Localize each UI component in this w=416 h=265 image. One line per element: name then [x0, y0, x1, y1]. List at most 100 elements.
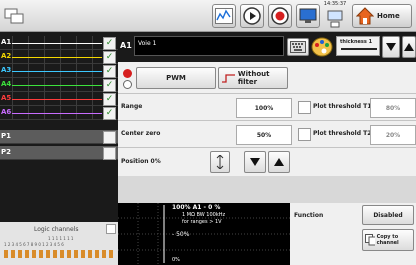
channel-label: A4: [1, 80, 12, 88]
preview-low-label: 0%: [172, 257, 180, 263]
copy-to-channel-button[interactable]: Copy to channel: [362, 229, 414, 251]
channel-header: A1 Voie 1 thickness 1: [118, 32, 416, 62]
scale-adjust-icon: [216, 155, 224, 169]
preview-line1: 100% A1 - 0 %: [172, 204, 221, 211]
channel-name-field[interactable]: Voie 1: [134, 36, 284, 56]
channel-label: A1: [1, 38, 12, 46]
channel-enable-checkbox[interactable]: [103, 147, 116, 160]
thickness-up-button[interactable]: [402, 36, 416, 58]
monitor-screen-icon: [299, 8, 317, 23]
channel-enable-checkbox[interactable]: ✓: [103, 65, 116, 78]
channel-enable-checkbox[interactable]: ✓: [103, 79, 116, 92]
filter-button[interactable]: Without filter: [218, 67, 288, 89]
channel-enable-checkbox[interactable]: ✓: [103, 37, 116, 50]
threshold-t2-checkbox[interactable]: [298, 128, 311, 141]
channel-trace: [12, 57, 102, 58]
color-palette-icon: [311, 37, 333, 57]
channel-enable-checkbox[interactable]: ✓: [103, 51, 116, 64]
filter-waveform-icon: [222, 74, 235, 83]
arrow-up-icon: [404, 43, 414, 51]
channel-row-p2[interactable]: P2: [0, 146, 118, 160]
arrow-up-icon: [274, 158, 284, 166]
threshold-t1-value[interactable]: 80%: [370, 98, 416, 118]
play-icon: [243, 7, 261, 25]
position-up-button[interactable]: [268, 151, 290, 173]
channel-label: A3: [1, 66, 12, 74]
function-select[interactable]: Disabled: [362, 205, 414, 225]
logic-channel-indicators: [4, 250, 114, 258]
logic-channels-checkbox[interactable]: [106, 224, 116, 234]
home-icon: [356, 7, 374, 25]
thickness-line-sample: [341, 48, 377, 50]
network-config-button[interactable]: 14:35:37: [320, 0, 350, 32]
channel-enable-checkbox[interactable]: ✓: [103, 93, 116, 106]
range-row: Range 100% Plot threshold T1 80%: [118, 94, 416, 121]
position-down-button[interactable]: [244, 151, 266, 173]
play-button[interactable]: [240, 4, 264, 28]
channel-row-a2[interactable]: A2 ✓: [0, 50, 118, 64]
keyboard-button[interactable]: [287, 38, 309, 56]
function-panel: Function Disabled Copy to channel: [290, 203, 416, 265]
mode-radio-selected[interactable]: [123, 69, 132, 78]
threshold-t2-value[interactable]: 20%: [370, 125, 416, 145]
home-label: Home: [377, 12, 400, 20]
preview-line3: for ranges > 1V: [182, 219, 222, 225]
center-zero-row: Center zero 50% Plot threshold T2 20%: [118, 121, 416, 148]
channel-label: P2: [1, 148, 12, 156]
home-button[interactable]: Home: [352, 4, 412, 28]
filter-label: Without filter: [237, 70, 270, 86]
channel-label: A5: [1, 94, 12, 102]
mode-radio[interactable]: [123, 80, 132, 89]
function-label: Function: [294, 212, 324, 219]
channel-list: A1 ✓ A2 ✓ A3 ✓ A4 ✓ A5 ✓ A6 ✓ P1 P2 Logi…: [0, 32, 118, 265]
threshold-t1-checkbox[interactable]: [298, 101, 311, 114]
logic-numbers-top: 1 1 1 1 1 1 1: [48, 236, 74, 241]
channel-row-a6[interactable]: A6 ✓: [0, 106, 118, 120]
center-zero-value[interactable]: 50%: [236, 125, 292, 145]
center-zero-label: Center zero: [121, 130, 161, 137]
channel-enable-checkbox[interactable]: [103, 131, 116, 144]
thickness-label: thickness 1: [340, 39, 373, 45]
position-row: Position 0%: [118, 148, 416, 176]
preview-mid-label: - 50%: [172, 231, 190, 238]
trend-screen-icon: [215, 8, 233, 24]
channel-enable-checkbox[interactable]: ✓: [103, 107, 116, 120]
monitor-screen-button[interactable]: [296, 4, 320, 28]
copy-icon: [365, 234, 375, 246]
mode-row: PWM Without filter: [118, 62, 416, 94]
arrow-down-icon: [250, 158, 260, 166]
threshold-t1-label: Plot threshold T1: [313, 103, 372, 110]
logic-channels-panel[interactable]: Logic channels 1 1 1 1 1 1 1 1 2 3 4 5 6…: [0, 222, 118, 265]
position-label: Position 0%: [121, 158, 161, 165]
copy-to-channel-label: Copy to channel: [376, 234, 399, 246]
record-button[interactable]: [268, 4, 292, 28]
channel-row-a5[interactable]: A5 ✓: [0, 92, 118, 106]
pwm-button[interactable]: PWM: [136, 67, 216, 89]
channel-label: P1: [1, 132, 12, 140]
trend-screen-button[interactable]: [212, 4, 236, 28]
channel-row-a3[interactable]: A3 ✓: [0, 64, 118, 78]
thickness-down-button[interactable]: [382, 36, 400, 58]
channel-preview: 100% A1 - 0 % 1 MΩ BW 100kHz for ranges …: [118, 203, 290, 265]
color-palette-button[interactable]: [311, 36, 333, 58]
range-value[interactable]: 100%: [236, 98, 292, 118]
keyboard-icon: [290, 41, 306, 53]
channel-trace: [12, 71, 102, 72]
channel-trace: [12, 43, 102, 44]
channel-id: A1: [120, 41, 132, 50]
threshold-t2-label: Plot threshold T2: [313, 130, 372, 137]
channel-label: A6: [1, 108, 12, 116]
arrow-down-icon: [386, 43, 396, 51]
channel-trace: [12, 85, 102, 86]
position-scale-button[interactable]: [210, 151, 230, 173]
toolbar: 14:35:37 Home: [0, 0, 416, 32]
logic-channels-label: Logic channels: [34, 226, 79, 233]
network-config-icon: [327, 10, 343, 28]
channel-switch-icon[interactable]: [4, 6, 26, 26]
channel-row-a4[interactable]: A4 ✓: [0, 78, 118, 92]
channel-row-p1[interactable]: P1: [0, 130, 118, 144]
channel-row-a1[interactable]: A1 ✓: [0, 36, 118, 50]
channel-label: A2: [1, 52, 12, 60]
thickness-select[interactable]: thickness 1: [336, 36, 380, 56]
channel-trace: [12, 113, 102, 114]
